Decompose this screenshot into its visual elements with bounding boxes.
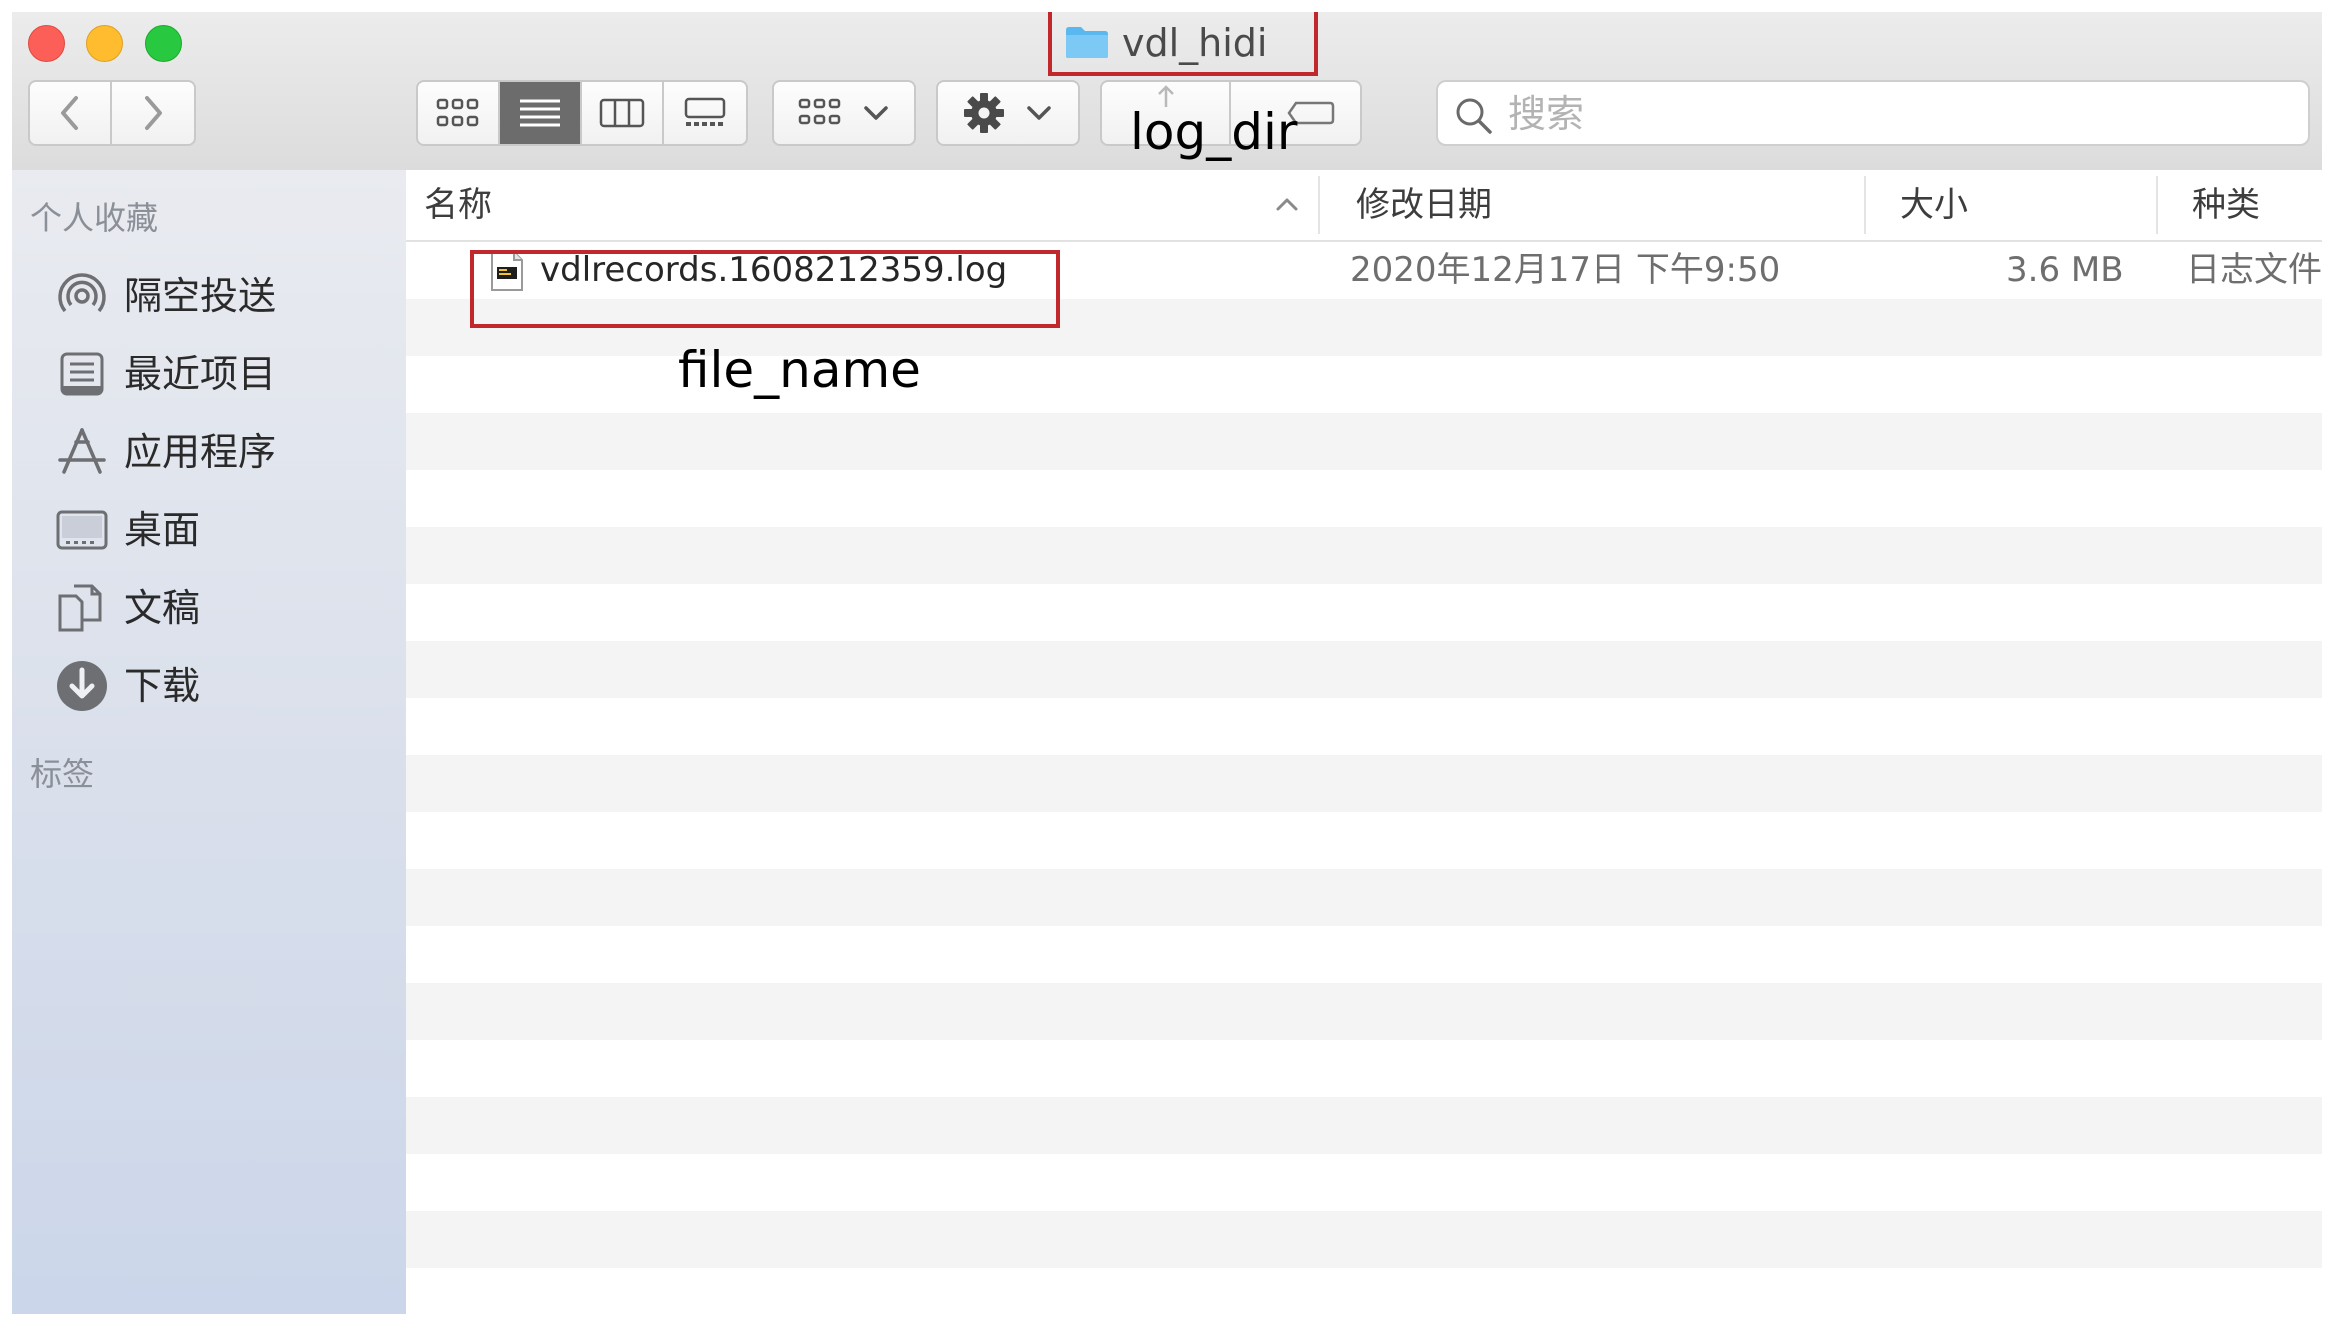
gallery-view-button[interactable] <box>664 82 746 144</box>
sidebar-item-label: 下载 <box>124 664 201 708</box>
search-icon <box>1456 98 1492 134</box>
list-icon <box>520 99 560 127</box>
file-list: 名称 修改日期 大小 种类 vdlrecords.1608212359.log … <box>406 170 2322 1314</box>
sidebar-item-label: 隔空投送 <box>124 274 277 318</box>
recents-icon <box>60 352 104 396</box>
file-name-annotation: file_name <box>678 341 921 399</box>
tags-header: 标签 <box>30 755 95 793</box>
title-highlight-box <box>1048 12 1318 76</box>
sidebar-item-downloads[interactable]: 下载 <box>12 650 404 722</box>
column-header-name[interactable]: 名称 <box>424 180 492 230</box>
column-divider[interactable] <box>1864 176 1866 234</box>
file-kind: 日志文件 <box>2186 250 2322 290</box>
chevron-left-icon <box>61 96 79 130</box>
group-by-button[interactable] <box>772 80 916 146</box>
minimize-button[interactable] <box>86 25 123 62</box>
sidebar-item-label: 桌面 <box>124 508 201 552</box>
chevron-down-icon <box>1027 106 1051 120</box>
search-placeholder: 搜索 <box>1508 92 1585 136</box>
search-field[interactable]: 搜索 <box>1436 80 2310 146</box>
gallery-icon <box>684 97 726 126</box>
columns-icon <box>599 98 645 128</box>
file-size: 3.6 MB <box>2006 250 2124 290</box>
close-button[interactable] <box>28 25 65 62</box>
back-button[interactable] <box>30 82 113 144</box>
documents-icon <box>58 584 102 632</box>
sidebar-item-documents[interactable]: 文稿 <box>12 572 404 644</box>
icon-view-button[interactable] <box>418 82 500 144</box>
sidebar-item-label: 文稿 <box>124 586 201 630</box>
sidebar-item-recents[interactable]: 最近项目 <box>12 338 404 410</box>
file-name-highlight-box <box>470 250 1060 328</box>
column-divider[interactable] <box>2156 176 2158 234</box>
forward-button[interactable] <box>112 82 194 144</box>
sort-ascending-icon <box>1276 198 1298 211</box>
downloads-icon <box>57 661 107 711</box>
applications-icon <box>58 428 106 474</box>
sidebar: 个人收藏 隔空投送 最近项目 应用程序 桌面 文稿 下载 标签 <box>12 170 408 1314</box>
sidebar-item-label: 应用程序 <box>124 430 277 474</box>
favorites-header: 个人收藏 <box>30 199 159 237</box>
zoom-button[interactable] <box>145 25 182 62</box>
sidebar-item-desktop[interactable]: 桌面 <box>12 494 404 566</box>
sidebar-item-applications[interactable]: 应用程序 <box>12 416 404 488</box>
action-button[interactable] <box>936 80 1080 146</box>
finder-window: vdl_hidi 搜索 log_dir 个人收藏 隔空投送 最近项目 应用程序 … <box>12 12 2322 1314</box>
column-view-button[interactable] <box>582 82 664 144</box>
column-header-date[interactable]: 修改日期 <box>1356 180 1492 230</box>
log-dir-annotation: log_dir <box>1130 103 1298 161</box>
grid-icon <box>798 98 841 125</box>
sidebar-item-label: 最近项目 <box>124 352 277 396</box>
file-date: 2020年12月17日 下午9:50 <box>1350 250 1781 290</box>
chevron-right-icon <box>145 96 163 130</box>
column-header-size[interactable]: 大小 <box>1900 180 1968 230</box>
desktop-icon <box>56 510 108 550</box>
list-view-button[interactable] <box>500 82 582 144</box>
sidebar-item-airdrop[interactable]: 隔空投送 <box>12 260 404 332</box>
airdrop-icon <box>58 273 106 313</box>
chevron-down-icon <box>864 106 888 120</box>
grid-icon <box>436 98 479 127</box>
column-divider[interactable] <box>1318 176 1320 234</box>
list-background <box>406 242 2322 1314</box>
view-mode-control <box>416 80 748 146</box>
column-header-kind[interactable]: 种类 <box>2192 180 2260 230</box>
gear-icon <box>964 93 1004 133</box>
list-header: 名称 修改日期 大小 种类 <box>406 170 2322 242</box>
navigation-buttons <box>28 80 196 146</box>
